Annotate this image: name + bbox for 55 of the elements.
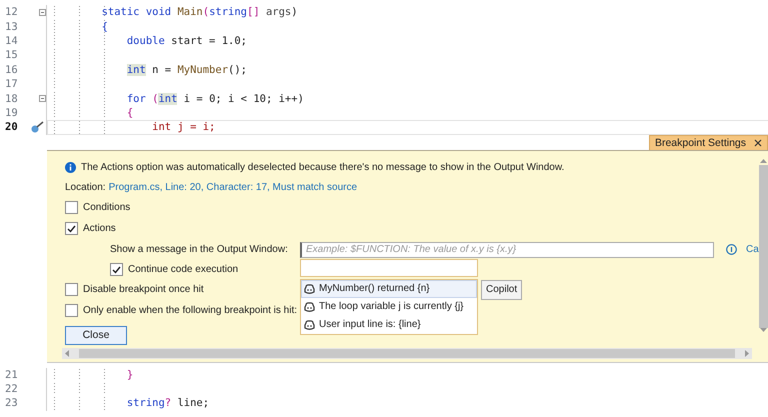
line-number: 19 xyxy=(4,106,19,119)
code-line: string? line; xyxy=(126,397,210,410)
code-line: int j = i; xyxy=(151,121,216,134)
suggestion-input[interactable] xyxy=(300,258,478,277)
option-label: Conditions xyxy=(83,202,130,214)
line-number: 14 xyxy=(4,34,19,47)
checkbox[interactable] xyxy=(65,222,78,236)
checkbox[interactable] xyxy=(65,304,78,318)
line-number: 20 xyxy=(4,121,19,134)
code-line: } xyxy=(126,368,134,381)
info-icon xyxy=(65,162,76,174)
location-label: Location: xyxy=(65,182,106,194)
copilot-icon xyxy=(304,284,315,294)
option-label: Actions xyxy=(83,223,116,234)
message-label: Show a message in the Output Window: xyxy=(110,244,289,256)
copilot-tooltip: Copilot xyxy=(481,280,522,300)
code-line: double start = 1.0; xyxy=(126,34,247,47)
breakpoint-settings-tab[interactable]: Breakpoint Settings xyxy=(648,134,768,150)
info-icon[interactable] xyxy=(726,244,737,256)
line-number: 12 xyxy=(4,6,19,18)
checkbox[interactable] xyxy=(65,283,78,296)
pencil-icon[interactable] xyxy=(31,121,45,134)
code-line: int n = MyNumber(); xyxy=(126,64,247,76)
code-line: { xyxy=(100,20,108,33)
line-number: 21 xyxy=(4,368,19,381)
option-label: Only enable when the following breakpoint is hit: xyxy=(83,305,298,316)
scroll-right-icon[interactable] xyxy=(745,350,749,357)
checkbox[interactable] xyxy=(110,263,123,276)
collapse-icon[interactable] xyxy=(39,95,46,102)
line-number: 15 xyxy=(4,49,19,62)
line-number: 17 xyxy=(4,78,19,90)
line-number: 23 xyxy=(4,397,19,410)
line-number: 22 xyxy=(4,383,19,396)
info-message: The Actions option was automatically deselected because there's no message to show in the Output Window. xyxy=(81,162,564,174)
code-line: static void Main(string[] args) xyxy=(100,6,298,18)
line-number: 16 xyxy=(4,64,19,76)
code-line: for (int i = 0; i < 10; i++) xyxy=(126,92,304,105)
suggestion-item[interactable]: MyNumber() returned {n} xyxy=(301,280,477,298)
location-link[interactable]: Program.cs, Line: 20, Character: 17, Must match source xyxy=(108,182,358,194)
truncated-link[interactable]: Ca xyxy=(746,244,759,256)
horizontal-scrollbar[interactable] xyxy=(62,348,752,359)
scroll-left-icon[interactable] xyxy=(65,350,69,357)
close-button[interactable]: Close xyxy=(65,326,127,345)
message-input[interactable]: Example: $FUNCTION: The value of x.y is {x.y} xyxy=(300,242,714,258)
collapse-icon[interactable] xyxy=(39,8,46,16)
option-label: Disable breakpoint once hit xyxy=(83,284,204,296)
line-number: 13 xyxy=(4,20,19,33)
code-line: { xyxy=(126,106,134,119)
close-icon[interactable] xyxy=(754,138,762,147)
checkbox[interactable] xyxy=(65,201,78,214)
copilot-icon xyxy=(304,320,315,330)
option-label: Continue code execution xyxy=(128,264,238,276)
vertical-scrollbar[interactable] xyxy=(758,158,768,332)
line-number: 18 xyxy=(4,92,19,105)
copilot-icon xyxy=(304,302,315,312)
